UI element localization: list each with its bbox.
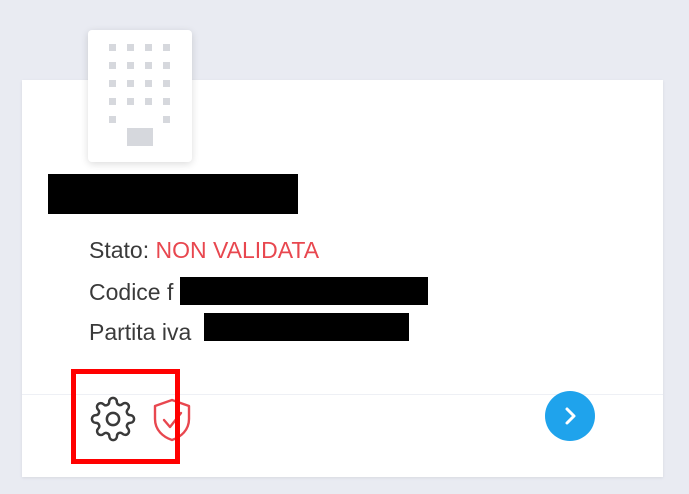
gear-icon	[90, 396, 136, 442]
settings-button[interactable]	[90, 396, 136, 442]
validation-button[interactable]	[150, 396, 194, 444]
company-name-redacted	[48, 174, 298, 214]
building-icon	[109, 44, 170, 146]
tax-code-line: Codice f	[89, 278, 173, 306]
vat-line: Partita iva	[89, 318, 191, 346]
status-value: NON VALIDATA	[155, 237, 320, 263]
next-button[interactable]	[545, 391, 595, 441]
status-label: Stato:	[89, 237, 150, 263]
status-line: Stato: NON VALIDATA	[89, 236, 319, 264]
chevron-right-icon	[565, 407, 576, 425]
company-logo	[88, 30, 192, 162]
tax-code-label: Codice f	[89, 279, 174, 305]
tax-code-redacted	[180, 277, 428, 305]
shield-check-icon	[153, 398, 191, 442]
vat-redacted	[204, 313, 409, 341]
vat-label: Partita iva	[89, 319, 192, 345]
company-card-area: Stato: NON VALIDATA Codice f Partita iva	[0, 0, 689, 494]
